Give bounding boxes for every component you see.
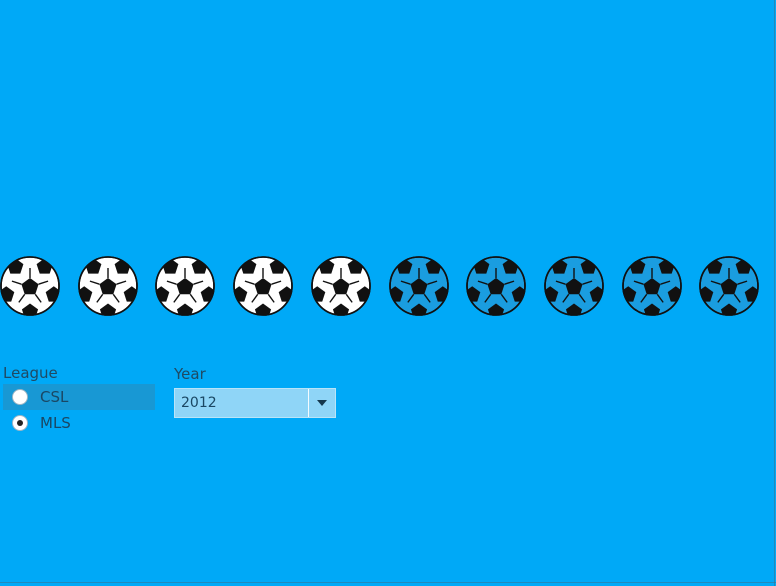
radio-button[interactable]	[12, 415, 28, 431]
soccer-ball-icon	[698, 255, 760, 317]
league-option-mls[interactable]: MLS	[3, 410, 155, 436]
radio-button[interactable]	[12, 389, 28, 405]
soccer-ball-rating	[0, 255, 776, 317]
dropdown-arrow-button[interactable]	[309, 389, 335, 417]
dashboard-canvas: League CSL MLS Year 2012	[0, 0, 776, 586]
league-option-csl[interactable]: CSL	[3, 384, 155, 410]
year-dropdown[interactable]: 2012	[174, 388, 336, 418]
chevron-down-icon	[317, 400, 327, 406]
league-option-label: MLS	[40, 414, 71, 432]
canvas-bottom-border	[0, 582, 776, 583]
league-filter-title: League	[3, 364, 58, 382]
year-filter-title: Year	[174, 365, 206, 383]
soccer-ball-icon	[77, 255, 139, 317]
soccer-ball-icon	[232, 255, 294, 317]
soccer-ball-icon	[154, 255, 216, 317]
dropdown-divider	[308, 389, 309, 417]
soccer-ball-icon	[310, 255, 372, 317]
soccer-ball-icon	[465, 255, 527, 317]
league-option-label: CSL	[40, 388, 69, 406]
canvas-right-border	[774, 0, 775, 586]
year-filter: Year 2012	[174, 363, 344, 418]
league-filter: League CSL MLS	[3, 362, 163, 436]
soccer-ball-icon	[543, 255, 605, 317]
soccer-ball-icon	[0, 255, 61, 317]
soccer-ball-icon	[388, 255, 450, 317]
year-dropdown-value: 2012	[181, 395, 217, 411]
soccer-ball-icon	[621, 255, 683, 317]
